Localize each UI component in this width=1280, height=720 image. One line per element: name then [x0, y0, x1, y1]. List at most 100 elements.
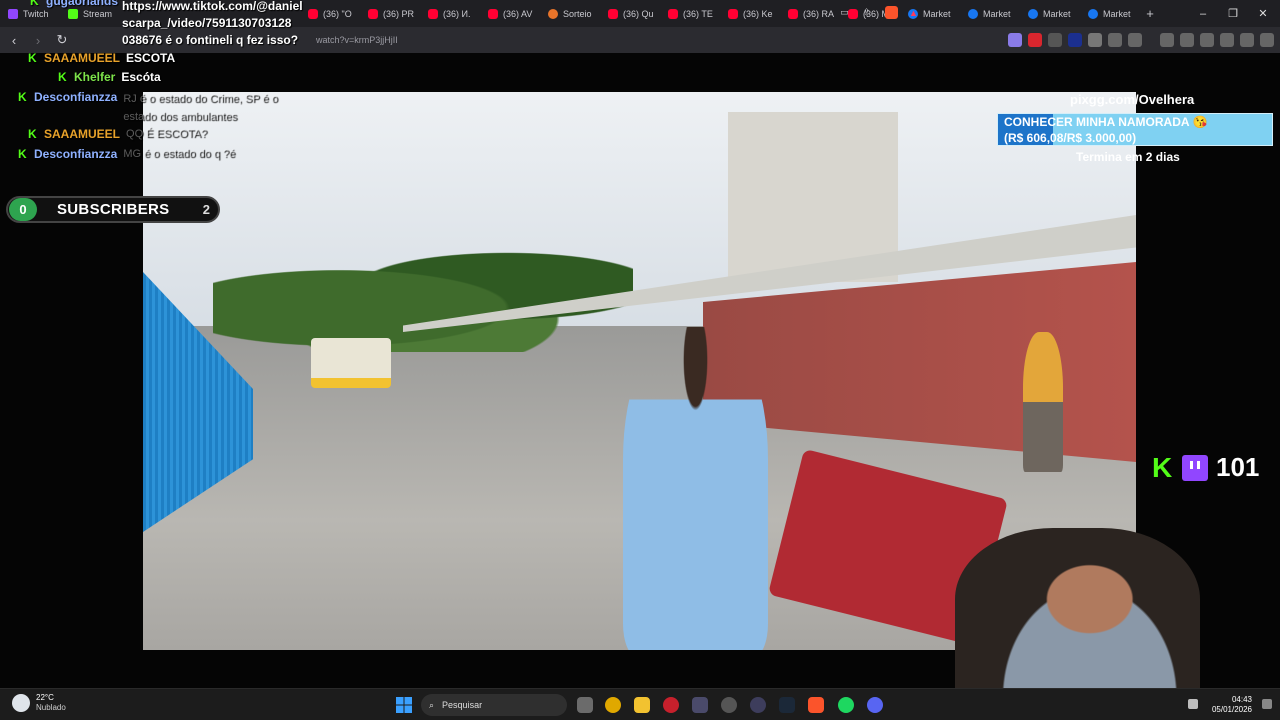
- tab-youtube[interactable]: (36) TE: [660, 0, 720, 27]
- tab-sorteio[interactable]: Sorteio: [540, 0, 600, 27]
- chat-username: SAAAMUEEL: [44, 127, 121, 141]
- tab-marketplace[interactable]: Market: [1020, 0, 1080, 27]
- subscriber-goal-widget: 0 SUBSCRIBERS 2: [6, 196, 220, 223]
- kick-logo-icon: K: [1152, 451, 1173, 483]
- obs-icon[interactable]: [721, 697, 737, 713]
- subscriber-label: SUBSCRIBERS: [57, 201, 170, 218]
- youtube-icon: [488, 8, 498, 19]
- chat-message: K Desconfianzza MG é o estado do q ?é: [18, 147, 235, 162]
- extension-icon[interactable]: [1088, 33, 1102, 47]
- discord-icon[interactable]: [867, 697, 883, 713]
- notification-bell-icon[interactable]: [1262, 699, 1272, 709]
- system-clock[interactable]: 04:43 05/01/2026: [1206, 695, 1252, 715]
- kick-badge-icon: K: [28, 127, 37, 141]
- tab-marketplace[interactable]: Market: [1080, 0, 1140, 27]
- chat-text: QQ É ESCOTA?: [126, 128, 208, 140]
- chat-message: K SAAAMUEEL QQ É ESCOTA?: [28, 127, 207, 142]
- chat-message: K Khelfer Escóta: [58, 70, 161, 85]
- chat-text: Escóta: [121, 70, 161, 84]
- sidebar-icon[interactable]: [1180, 33, 1194, 47]
- restore-icon[interactable]: ❐: [1218, 0, 1248, 27]
- taskbar-search[interactable]: ⌕ Pesquisar: [421, 694, 567, 716]
- brave-rewards-icon[interactable]: ▲: [907, 6, 920, 19]
- tiktok-link-message: https://www.tiktok.com/@daniel scarpa_/v…: [122, 0, 303, 47]
- minimize-icon[interactable]: –: [1188, 0, 1218, 27]
- weather-widget[interactable]: 22°C Nublado: [12, 693, 66, 713]
- steam-icon[interactable]: [779, 697, 795, 713]
- subscriber-count: 0: [9, 198, 37, 221]
- youtube-icon: [728, 8, 738, 19]
- extension-icon[interactable]: [1028, 33, 1042, 47]
- youtube-icon: [368, 8, 378, 19]
- chat-text: MG é o estado do q ?é: [123, 148, 236, 160]
- notification-tray-icon[interactable]: [1188, 699, 1198, 709]
- video-trees: [213, 242, 633, 352]
- brave-icon[interactable]: [808, 697, 824, 713]
- tab-marketplace[interactable]: Market: [960, 0, 1020, 27]
- vpn-icon[interactable]: [1240, 33, 1254, 47]
- chat-username: gugaorlands: [46, 0, 119, 8]
- kick-badge-icon: K: [58, 70, 67, 84]
- search-placeholder: Pesquisar: [442, 700, 483, 710]
- donation-goal-title: CONHECER MINHA NAMORADA 😘: [1004, 115, 1208, 129]
- kick-badge-icon: K: [18, 147, 27, 161]
- tab-youtube[interactable]: (36) PR: [360, 0, 420, 27]
- kick-badge-icon: K: [28, 51, 37, 65]
- chat-username: SAAAMUEEL: [44, 51, 121, 65]
- media-icon[interactable]: [1160, 33, 1174, 47]
- back-icon[interactable]: ‹: [4, 30, 24, 50]
- viewer-count: 101: [1216, 452, 1260, 482]
- reload-icon[interactable]: ↻: [52, 30, 72, 50]
- forward-icon[interactable]: ›: [28, 30, 48, 50]
- weather-desc: Nublado: [36, 703, 66, 712]
- extension-icon[interactable]: [1048, 33, 1062, 47]
- screen: Twitch Stream (36) "O (36) PR (36) И. (3…: [0, 0, 1280, 720]
- tab-youtube[interactable]: (36) RA: [780, 0, 840, 27]
- kick-badge-icon: K: [18, 90, 27, 104]
- chat-top-line: K gugaorlands: [30, 0, 118, 9]
- donation-goal-ends: Termina em 2 dias: [1076, 150, 1180, 164]
- tab-youtube[interactable]: (36) Ke: [720, 0, 780, 27]
- pix-link: pixgg.com/Ovelhera: [1070, 92, 1195, 107]
- cast-icon[interactable]: ▭: [838, 6, 851, 19]
- share-icon[interactable]: ⇪: [860, 6, 873, 19]
- extension-icon[interactable]: [1008, 33, 1022, 47]
- donation-goal-amount: (R$ 606,08/R$ 3.000,00): [1004, 131, 1137, 145]
- twitch-icon: [8, 8, 18, 19]
- file-explorer-icon[interactable]: [634, 697, 650, 713]
- puzzle-icon[interactable]: [1108, 33, 1122, 47]
- tab-youtube[interactable]: (36) И.: [420, 0, 480, 27]
- youtube-icon: [608, 8, 618, 19]
- leo-ai-icon[interactable]: [1220, 33, 1234, 47]
- brave-shield-icon[interactable]: [885, 6, 898, 19]
- cloud-icon: [12, 694, 30, 712]
- opera-icon[interactable]: [663, 697, 679, 713]
- screenshot-icon[interactable]: [1128, 33, 1142, 47]
- spotify-icon[interactable]: [838, 697, 854, 713]
- windows-start-icon[interactable]: [396, 697, 412, 713]
- chat-username: Desconfianzza: [34, 90, 118, 104]
- chat-message: K Desconfianzza RJ é o estado do Crime, …: [18, 90, 308, 126]
- app-icon[interactable]: [692, 697, 708, 713]
- tab-youtube[interactable]: (36) Qu: [600, 0, 660, 27]
- subscriber-goal: 2: [202, 202, 210, 217]
- extension-icon[interactable]: [1068, 33, 1082, 47]
- clock-time: 04:43: [1231, 695, 1252, 704]
- chrome-icon[interactable]: [605, 697, 621, 713]
- new-tab-button[interactable]: +: [1140, 6, 1160, 21]
- donation-goal-bar: CONHECER MINHA NAMORADA 😘 (R$ 606,08/R$ …: [997, 113, 1273, 146]
- facebook-icon: [968, 8, 978, 19]
- windows-taskbar: 22°C Nublado ⌕ Pesquisar 04:43 05/01/202…: [0, 688, 1280, 720]
- chat-username: Khelfer: [74, 70, 116, 84]
- close-icon[interactable]: ✕: [1248, 0, 1278, 27]
- app-icon[interactable]: [750, 697, 766, 713]
- menu-icon[interactable]: [1260, 33, 1274, 47]
- kick-badge-icon: K: [30, 0, 39, 8]
- chat-text: RJ é o estado do Crime, SP é o estado do…: [123, 93, 278, 123]
- tab-youtube[interactable]: (36) AV: [480, 0, 540, 27]
- video-woman: [623, 327, 768, 650]
- task-view-icon[interactable]: [577, 697, 593, 713]
- wallet-icon[interactable]: [1200, 33, 1214, 47]
- facebook-icon: [1088, 8, 1098, 19]
- youtube-icon: [428, 8, 438, 19]
